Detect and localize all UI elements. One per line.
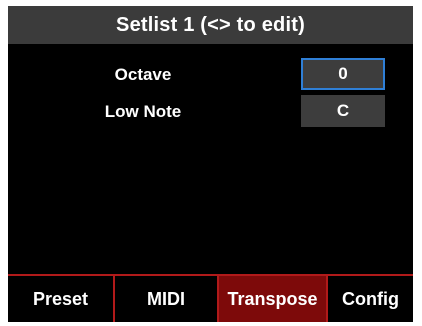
screen-title: Setlist 1 (<> to edit) bbox=[8, 6, 413, 44]
tab-midi[interactable]: MIDI bbox=[115, 276, 219, 322]
tab-preset[interactable]: Preset bbox=[8, 276, 115, 322]
tab-config[interactable]: Config bbox=[328, 276, 413, 322]
param-row-octave: Octave 0 bbox=[8, 58, 413, 92]
low-note-value-field[interactable]: C bbox=[301, 95, 385, 127]
octave-label: Octave bbox=[114, 65, 172, 84]
tab-transpose[interactable]: Transpose bbox=[219, 276, 328, 322]
octave-value-field[interactable]: 0 bbox=[301, 58, 385, 90]
param-row-low-note: Low Note C bbox=[8, 95, 413, 129]
low-note-label: Low Note bbox=[104, 102, 182, 121]
device-screen: Setlist 1 (<> to edit) Octave 0 Low Note… bbox=[8, 6, 413, 322]
tab-bar: Preset MIDI Transpose Config bbox=[8, 274, 413, 322]
